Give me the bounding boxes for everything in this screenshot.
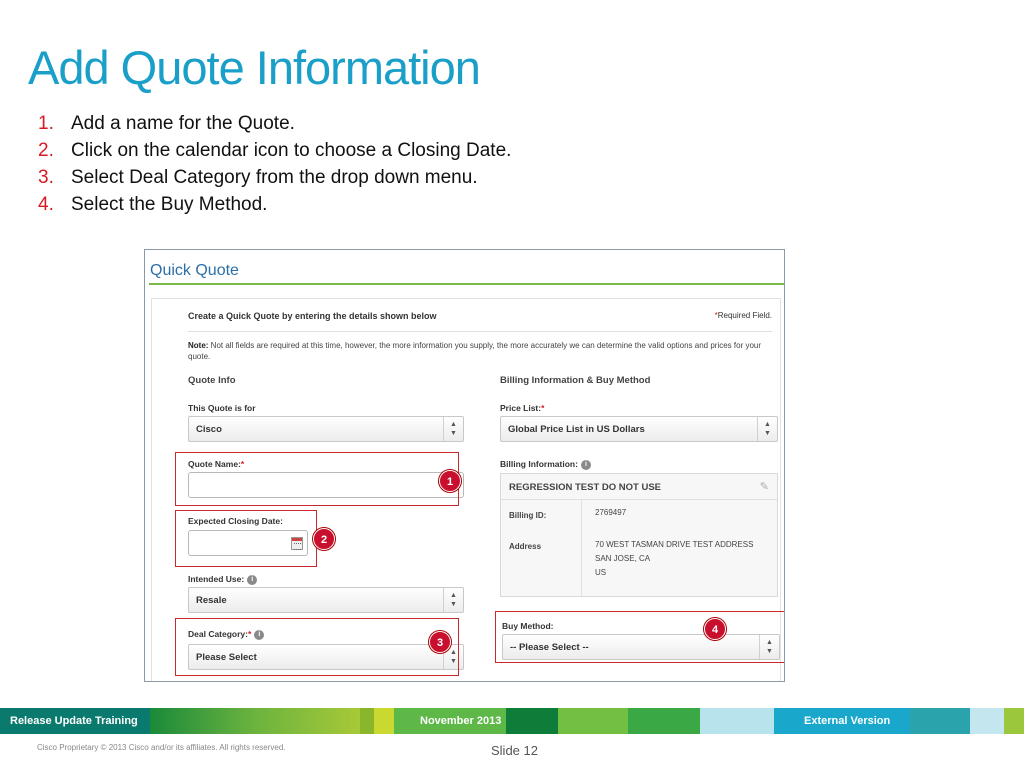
header-rule [149,283,784,285]
footer-segment [558,708,628,734]
footer-segment [150,708,360,734]
footer-segment [1004,708,1024,734]
footer-segment [628,708,700,734]
footer-segment [910,708,970,734]
billing-info-card: REGRESSION TEST DO NOT USE ✎ Billing ID:… [500,473,778,597]
select-arrows-icon: ▲ ▼ [443,588,463,612]
form-intro: Create a Quick Quote by entering the det… [188,311,437,321]
step-item: 1. Add a name for the Quote. [38,110,511,137]
billing-id-label: Billing ID: [509,511,547,520]
quote-info-heading: Quote Info [188,375,236,386]
step-text: Select the Buy Method. [71,194,268,215]
callout-box-quote-name [175,452,459,506]
callout-badge: 4 [704,618,726,640]
footer-segment [374,708,394,734]
footer-segment [506,708,558,734]
quick-quote-screenshot: Quick Quote Create a Quick Quote by ente… [144,249,785,682]
form-note: Note: Not all fields are required at thi… [188,341,762,361]
billing-info-label: Billing Information: i [500,459,591,470]
copyright-notice: Cisco Proprietary © 2013 Cisco and/or it… [37,743,286,752]
address-label: Address [509,542,542,551]
select-arrows-icon: ▲ ▼ [757,417,777,441]
callout-box-buy-method [495,611,784,663]
footer-right-label: External Version [804,715,891,727]
price-list-label: Price List:* [500,403,545,413]
form-divider [188,331,772,332]
billing-column-divider [581,500,582,596]
slide-number: Slide 12 [491,743,538,758]
required-field-legend: *Required Field. [714,311,772,320]
footer-bar: Release Update Training November 2013 Ex… [0,708,1024,734]
instruction-list: 1. Add a name for the Quote. 2. Click on t… [38,110,511,218]
step-text: Click on the calendar icon to choose a C… [71,140,512,161]
callout-badge: 3 [429,631,451,653]
slide-title: Add Quote Information [28,41,481,94]
info-icon[interactable]: i [580,459,591,470]
step-text: Select Deal Category from the drop down … [71,167,478,188]
price-list-select[interactable]: Global Price List in US Dollars ▲ ▼ [500,416,778,442]
footer-segment [360,708,374,734]
pencil-edit-icon[interactable]: ✎ [760,480,769,493]
intended-use-select[interactable]: Resale ▲ ▼ [188,587,464,613]
this-quote-label: This Quote is for [188,403,256,413]
callout-badge: 2 [313,528,335,550]
callout-badge: 1 [439,470,461,492]
footer-center-label: November 2013 [420,715,502,727]
footer-segment [970,708,1004,734]
billing-heading: Billing Information & Buy Method [500,375,651,386]
step-item: 2. Click on the calendar icon to choose a… [38,137,511,164]
step-number: 1. [38,113,54,134]
callout-box-deal-category [175,618,459,676]
step-number: 3. [38,167,54,188]
step-item: 3. Select Deal Category from the drop dow… [38,164,511,191]
info-icon[interactable]: i [247,574,258,585]
billing-account-name: REGRESSION TEST DO NOT USE [501,474,777,500]
footer-left-label: Release Update Training [10,715,138,727]
step-text: Add a name for the Quote. [71,113,295,134]
select-arrows-icon: ▲ ▼ [443,417,463,441]
step-number: 4. [38,194,54,215]
quick-quote-header: Quick Quote [150,262,239,279]
callout-box-closing-date [175,510,317,567]
footer-segment [700,708,774,734]
billing-id-value: 2769497 [595,508,627,517]
step-number: 2. [38,140,54,161]
intended-use-label: Intended Use: i [188,574,258,585]
step-item: 4. Select the Buy Method. [38,191,511,218]
this-quote-select[interactable]: Cisco ▲ ▼ [188,416,464,442]
address-value: 70 WEST TASMAN DRIVE TEST ADDRESS SAN JO… [595,540,754,577]
